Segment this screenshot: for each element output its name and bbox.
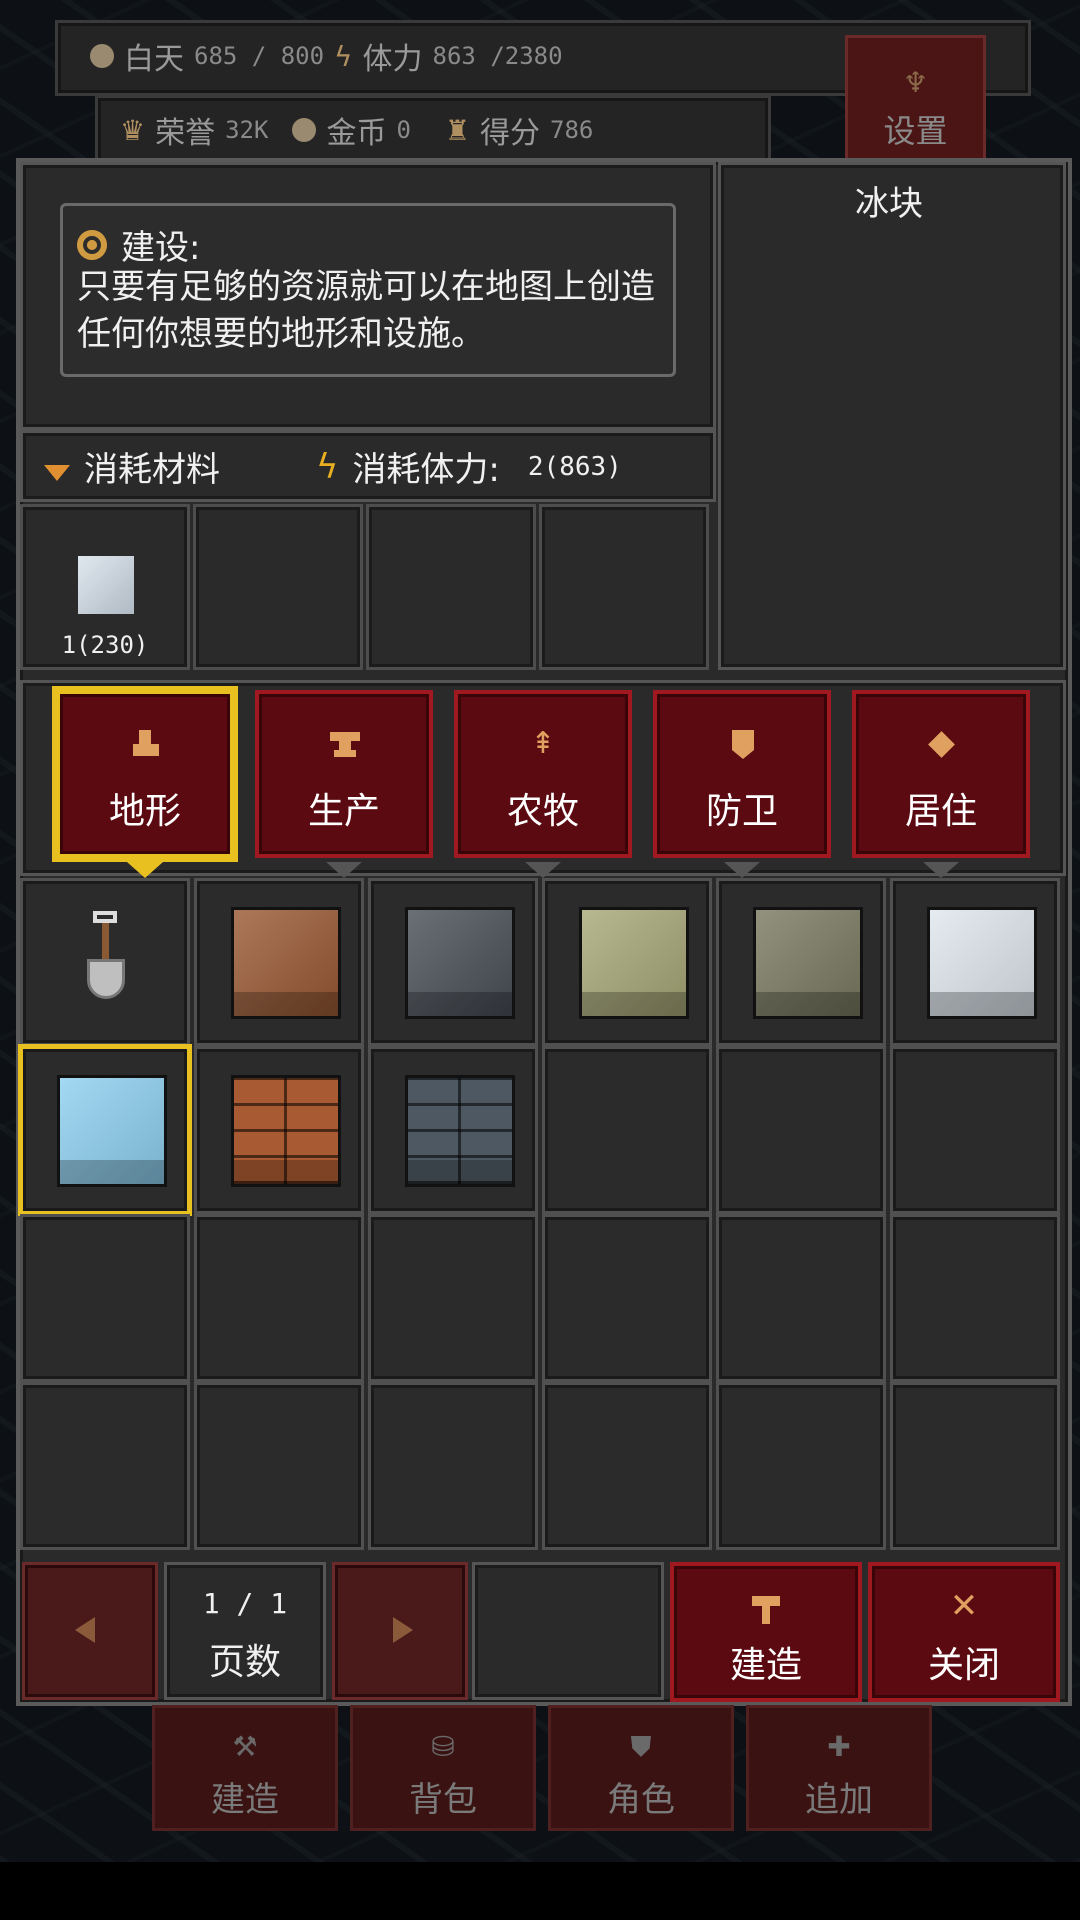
letterbox-bottom — [0, 1862, 1080, 1920]
mossy-block-icon — [753, 907, 863, 1019]
tab-pointer — [525, 862, 561, 878]
item-slot[interactable] — [194, 1382, 364, 1550]
close-icon: ✕ — [949, 1586, 979, 1626]
sun-icon — [90, 44, 114, 68]
item-slot[interactable] — [194, 1046, 364, 1214]
diamond-icon — [927, 730, 955, 758]
item-slot[interactable] — [20, 1214, 190, 1382]
tree-icon: ⇞ — [530, 726, 556, 761]
item-slot[interactable] — [716, 1382, 886, 1550]
next-page-button[interactable] — [332, 1562, 468, 1700]
coin-icon — [292, 118, 317, 142]
item-slot[interactable] — [20, 1046, 190, 1214]
shield-icon — [728, 730, 756, 759]
tab-terrain[interactable]: 地形 — [56, 690, 234, 878]
sand-block-icon — [579, 907, 689, 1019]
page-indicator: 1 / 1 页数 — [164, 1562, 326, 1700]
tab-production[interactable]: 生产 — [255, 690, 433, 878]
dirt-block-icon — [231, 907, 341, 1019]
tab-pointer — [923, 862, 959, 878]
plus-icon: ✚ — [827, 1730, 851, 1763]
selected-item-name: 冰块 — [855, 184, 923, 224]
prev-page-button[interactable] — [22, 1562, 158, 1700]
item-slot[interactable] — [368, 1382, 538, 1550]
info-box: 建设: 只要有足够的资源就可以在地图上创造任何你想要的地形和设施。 — [60, 203, 676, 377]
boot-icon — [131, 730, 159, 758]
item-slot[interactable] — [542, 1214, 712, 1382]
settings-button[interactable]: ♆ 设置 — [845, 35, 986, 161]
tab-pointer — [724, 862, 760, 878]
build-button[interactable]: 建造 — [670, 1562, 862, 1702]
crown-icon: ♛ — [120, 113, 146, 147]
item-slot[interactable] — [194, 878, 364, 1046]
tab-pointer — [326, 862, 362, 878]
item-slot[interactable] — [890, 1214, 1060, 1382]
preview-section — [718, 162, 1066, 670]
dock-build-button: ⚒ 建造 — [152, 1705, 338, 1831]
item-slot[interactable] — [20, 1382, 190, 1550]
stamina-cost: ϟ 消耗体力: 2(863) — [316, 446, 622, 491]
hud-day: 白天 685 / 800 ϟ 体力 863 /2380 — [90, 34, 563, 78]
arrow-left-icon — [75, 1617, 95, 1643]
stone-brick-block-icon — [405, 1075, 515, 1187]
bag-icon: ⛁ — [431, 1730, 455, 1763]
item-slot[interactable] — [194, 1214, 364, 1382]
item-slot[interactable] — [542, 1382, 712, 1550]
tab-housing[interactable]: 居住 — [852, 690, 1030, 878]
item-slot[interactable] — [890, 878, 1060, 1046]
item-slot[interactable] — [542, 1046, 712, 1214]
snow-block-icon — [927, 907, 1037, 1019]
stone-block-icon — [405, 907, 515, 1019]
arrow-right-icon — [393, 1617, 413, 1643]
dock-add-button: ✚ 追加 — [746, 1705, 932, 1831]
hammer-icon: ⚒ — [232, 1730, 258, 1763]
gear-icon: ♆ — [902, 66, 929, 99]
item-slot[interactable] — [368, 878, 538, 1046]
target-icon — [77, 229, 107, 260]
ice-block-icon — [75, 553, 137, 617]
material-slot — [366, 504, 536, 670]
info-heading: 建设: — [77, 220, 200, 269]
brick-block-icon — [231, 1075, 341, 1187]
arrow-down-icon — [44, 464, 70, 481]
tab-defense[interactable]: 防卫 — [653, 690, 831, 878]
shield-icon: ⛊ — [630, 1730, 652, 1763]
dock-bag-button: ⛁ 背包 — [350, 1705, 536, 1831]
tab-farming[interactable]: ⇞ 农牧 — [454, 690, 632, 878]
item-slot[interactable] — [890, 1382, 1060, 1550]
material-slot: 1(230) — [20, 504, 190, 670]
item-slot[interactable] — [20, 878, 190, 1046]
tab-pointer — [127, 862, 163, 878]
item-slot[interactable] — [716, 1046, 886, 1214]
material-cost: 消耗材料 — [44, 442, 220, 491]
shovel-icon — [81, 911, 131, 1015]
info-description: 只要有足够的资源就可以在地图上创造任何你想要的地形和设施。 — [77, 267, 655, 354]
dock-character-button: ⛊ 角色 — [548, 1705, 734, 1831]
item-slot[interactable] — [716, 1214, 886, 1382]
item-slot[interactable] — [716, 878, 886, 1046]
item-slot[interactable] — [890, 1046, 1060, 1214]
anvil-icon — [330, 730, 360, 758]
item-slot[interactable] — [542, 878, 712, 1046]
trophy-icon: ♜ — [444, 113, 471, 147]
hud-stats: ♛ 荣誉 32K 金币 0 ♜ 得分 786 — [120, 113, 594, 152]
material-slot — [193, 504, 363, 670]
item-slot[interactable] — [368, 1214, 538, 1382]
item-slot[interactable] — [368, 1046, 538, 1214]
material-slot — [539, 504, 709, 670]
bolt-icon: ϟ — [334, 39, 353, 73]
ice-block-icon — [57, 1075, 167, 1187]
empty-slot — [472, 1562, 664, 1700]
close-button[interactable]: ✕ 关闭 — [868, 1562, 1060, 1702]
bolt-icon: ϟ — [316, 446, 339, 487]
